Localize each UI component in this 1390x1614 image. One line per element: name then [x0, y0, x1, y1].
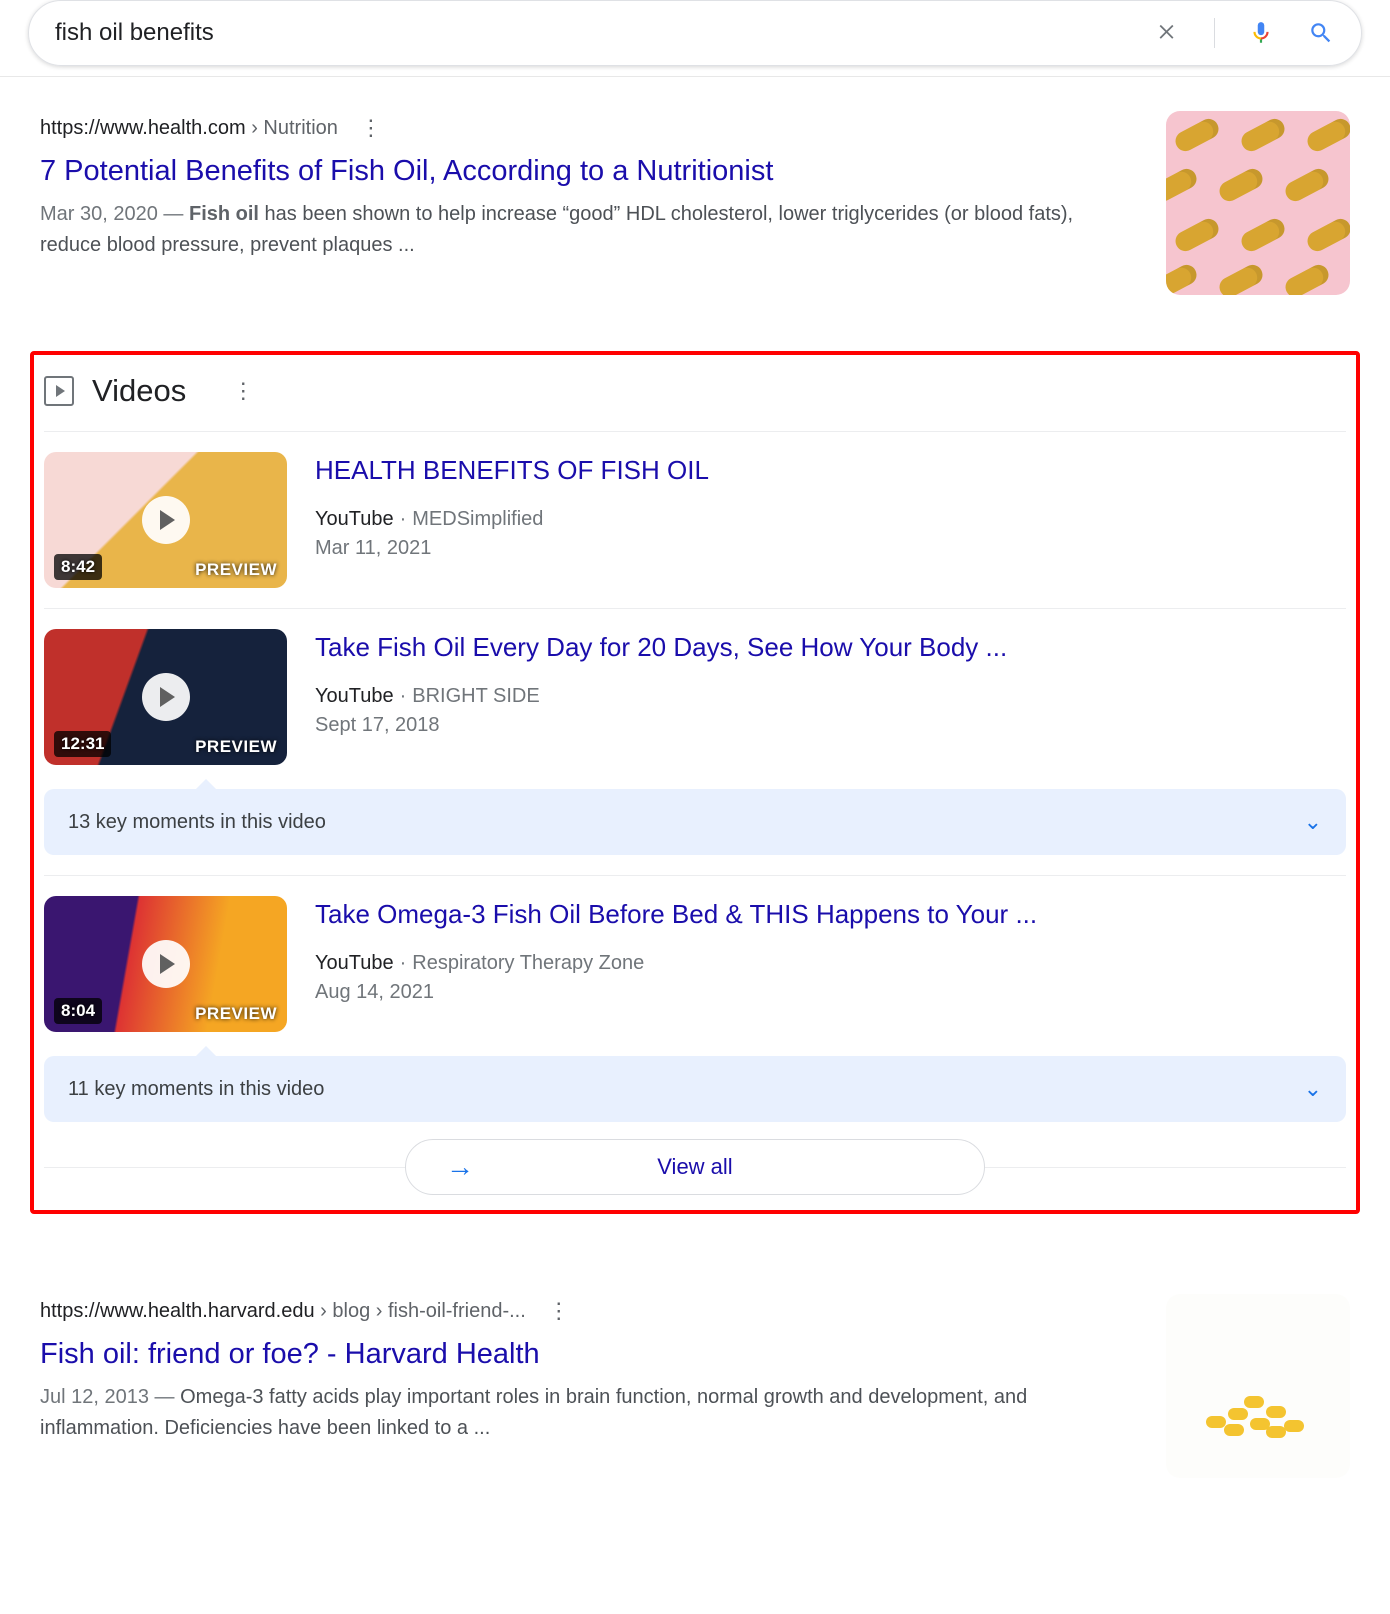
video-result: 8:42 PREVIEW HEALTH BENEFITS OF FISH OIL… [44, 431, 1346, 608]
search-result: https://www.health.com › Nutrition ⋮ 7 P… [40, 111, 1350, 295]
result-path: › Nutrition [246, 117, 338, 139]
video-channel: MEDSimplified [412, 508, 543, 530]
preview-badge: PREVIEW [195, 737, 277, 757]
view-all-button[interactable]: → View all [405, 1139, 985, 1195]
video-title-link[interactable]: HEALTH BENEFITS OF FISH OIL [315, 452, 1346, 488]
search-bar-container [0, 0, 1390, 77]
video-thumbnail[interactable]: 8:42 PREVIEW [44, 452, 287, 588]
result-domain: https://www.health.com [40, 117, 246, 139]
result-path: › blog › fish-oil-friend-... [315, 1300, 526, 1322]
video-source: YouTube·BRIGHT SIDE [315, 665, 1346, 708]
more-vert-icon[interactable]: ⋮ [544, 1294, 574, 1328]
result-domain: https://www.health.harvard.edu [40, 1300, 315, 1322]
video-date: Aug 14, 2021 [315, 975, 1346, 1004]
view-all-row: → View all [44, 1132, 1346, 1202]
search-results: https://www.health.com › Nutrition ⋮ 7 P… [0, 77, 1390, 1518]
play-icon [142, 673, 190, 721]
key-moments-label: 11 key moments in this video [68, 1078, 324, 1101]
key-moments-label: 13 key moments in this video [68, 811, 326, 834]
videos-icon [44, 376, 74, 406]
video-title-link[interactable]: Take Omega-3 Fish Oil Before Bed & THIS … [315, 896, 1346, 932]
result-date: Mar 30, 2020 [40, 203, 158, 225]
result-title-link[interactable]: 7 Potential Benefits of Fish Oil, Accord… [40, 145, 1136, 191]
videos-header: Videos ⋮ [44, 373, 1346, 431]
video-date: Sept 17, 2018 [315, 708, 1346, 737]
search-icon[interactable] [1307, 19, 1335, 47]
arrow-right-icon: → [446, 1151, 474, 1183]
snippet-bold: Fish oil [189, 203, 259, 225]
result-snippet: Mar 30, 2020 — Fish oil has been shown t… [40, 191, 1136, 261]
result-thumbnail[interactable] [1166, 111, 1350, 295]
video-channel: Respiratory Therapy Zone [412, 952, 644, 974]
result-thumbnail[interactable] [1166, 1294, 1350, 1478]
video-duration: 12:31 [54, 731, 111, 757]
breadcrumb: https://www.health.com › Nutrition ⋮ [40, 111, 1136, 145]
video-date: Mar 11, 2021 [315, 531, 1346, 560]
more-vert-icon[interactable]: ⋮ [228, 374, 258, 408]
key-moments-expander[interactable]: 13 key moments in this video ⌄ [44, 789, 1346, 855]
video-thumbnail[interactable]: 8:04 PREVIEW [44, 896, 287, 1032]
video-platform: YouTube [315, 685, 394, 707]
videos-section: Videos ⋮ 8:42 PREVIEW HEALTH BENEFITS OF… [30, 351, 1360, 1214]
video-thumbnail[interactable]: 12:31 PREVIEW [44, 629, 287, 765]
voice-search-icon[interactable] [1247, 19, 1275, 47]
breadcrumb: https://www.health.harvard.edu › blog › … [40, 1294, 1136, 1328]
chevron-down-icon: ⌄ [1304, 1076, 1322, 1102]
video-duration: 8:04 [54, 998, 102, 1024]
play-icon [142, 940, 190, 988]
more-vert-icon[interactable]: ⋮ [356, 111, 386, 145]
clear-icon[interactable] [1154, 19, 1182, 47]
video-result: 12:31 PREVIEW Take Fish Oil Every Day fo… [44, 608, 1346, 785]
play-icon [142, 496, 190, 544]
result-date: Jul 12, 2013 [40, 1386, 149, 1408]
video-source: YouTube·Respiratory Therapy Zone [315, 932, 1346, 975]
preview-badge: PREVIEW [195, 1004, 277, 1024]
preview-badge: PREVIEW [195, 560, 277, 580]
search-bar [28, 0, 1362, 66]
video-channel: BRIGHT SIDE [412, 685, 539, 707]
divider [1214, 18, 1215, 48]
video-duration: 8:42 [54, 554, 102, 580]
video-result: 8:04 PREVIEW Take Omega-3 Fish Oil Befor… [44, 875, 1346, 1052]
video-title-link[interactable]: Take Fish Oil Every Day for 20 Days, See… [315, 629, 1346, 665]
chevron-down-icon: ⌄ [1304, 809, 1322, 835]
search-input[interactable] [55, 19, 1154, 47]
video-platform: YouTube [315, 952, 394, 974]
view-all-label: View all [657, 1154, 732, 1180]
snippet-text: Omega-3 fatty acids play important roles… [40, 1386, 1027, 1439]
result-title-link[interactable]: Fish oil: friend or foe? - Harvard Healt… [40, 1328, 1136, 1374]
video-platform: YouTube [315, 508, 394, 530]
key-moments-expander[interactable]: 11 key moments in this video ⌄ [44, 1056, 1346, 1122]
search-result: https://www.health.harvard.edu › blog › … [40, 1294, 1350, 1478]
videos-heading: Videos [92, 373, 186, 409]
video-source: YouTube·MEDSimplified [315, 488, 1346, 531]
result-snippet: Jul 12, 2013 — Omega-3 fatty acids play … [40, 1374, 1136, 1444]
search-action-icons [1154, 18, 1335, 48]
